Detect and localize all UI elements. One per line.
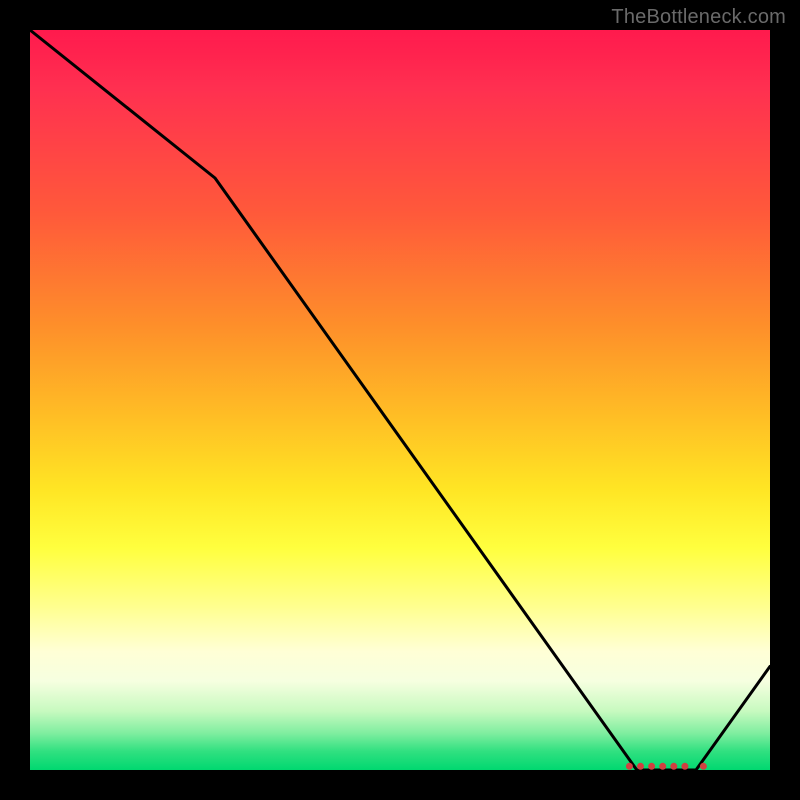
plot-area <box>30 30 770 770</box>
chart-svg <box>30 30 770 770</box>
marker-dot <box>670 763 677 770</box>
curve-path <box>30 30 770 770</box>
chart-container: TheBottleneck.com <box>0 0 800 800</box>
marker-dot <box>648 763 655 770</box>
marker-dot <box>700 763 707 770</box>
marker-dot <box>659 763 666 770</box>
line-series <box>30 30 770 770</box>
marker-dot <box>637 763 644 770</box>
marker-dot <box>626 763 633 770</box>
marker-dot <box>681 763 688 770</box>
credit-label: TheBottleneck.com <box>611 6 786 29</box>
